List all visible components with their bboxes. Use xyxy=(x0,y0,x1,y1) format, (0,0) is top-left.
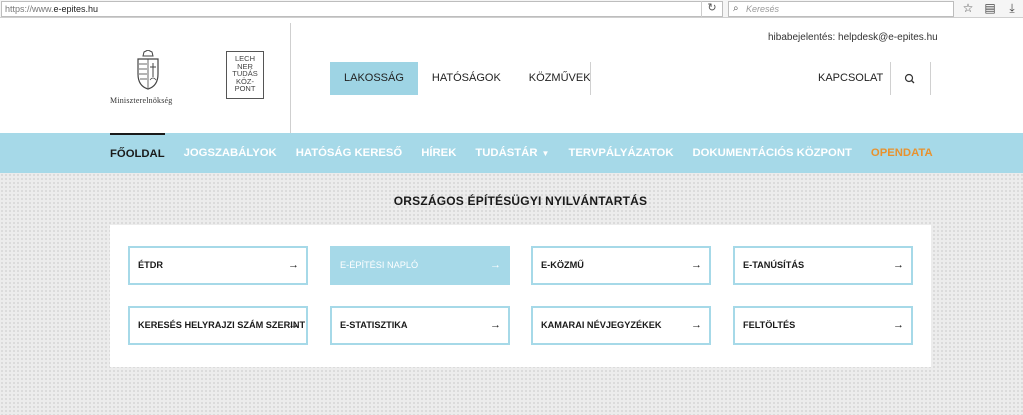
tabs-divider xyxy=(590,62,591,95)
search-icon: ⌕ xyxy=(733,3,739,14)
coat-of-arms-icon[interactable] xyxy=(135,50,161,90)
main-navigation: FŐOLDAL JOGSZABÁLYOK HATÓSÁG KERESŐ HÍRE… xyxy=(0,133,1023,173)
tile-label: KERESÉS HELYRAJZI SZÁM SZERINT xyxy=(138,320,306,330)
ministry-logo-text: Miniszterelnökség xyxy=(110,96,173,105)
tile-etdr[interactable]: ÉTDR → xyxy=(128,246,308,285)
arrow-right-icon: → xyxy=(490,319,501,331)
contact-divider xyxy=(890,62,891,95)
tile-label: E-STATISZTIKA xyxy=(340,320,408,330)
url-prefix: https://www. xyxy=(5,4,54,14)
nav-item-fooldal[interactable]: FŐOLDAL xyxy=(110,133,165,173)
audience-tabs: LAKOSSÁG HATÓSÁGOK KÖZMŰVEK xyxy=(330,62,605,95)
registry-panel: ÉTDR → E-ÉPÍTÉSI NAPLÓ → E-KÖZMŰ → E-TANÚSÍ… xyxy=(110,225,931,367)
lechner-logo[interactable]: LECH NER TUDÁS KÖZ- PONT xyxy=(226,51,264,99)
tile-label: KAMARAI NÉVJEGYZÉKEK xyxy=(541,320,662,330)
arrow-right-icon: → xyxy=(691,319,702,331)
download-icon[interactable]: ⤓ xyxy=(1003,1,1021,17)
tile-e-epitesi-naplo[interactable]: E-ÉPÍTÉSI NAPLÓ → xyxy=(330,246,510,285)
section-title: ORSZÁGOS ÉPÍTÉSÜGYI NYILVÁNTARTÁS xyxy=(393,194,648,208)
bookmark-star-icon[interactable]: ☆ xyxy=(959,1,977,17)
site-search-icon[interactable] xyxy=(899,70,921,88)
tile-feltoltes[interactable]: FELTÖLTÉS → xyxy=(733,306,913,345)
nav-item-hirek[interactable]: HÍREK xyxy=(421,133,456,173)
nav-item-hatosag-kereso[interactable]: HATÓSÁG KERESŐ xyxy=(296,133,403,173)
tile-e-kozmu[interactable]: E-KÖZMŰ → xyxy=(531,246,711,285)
address-bar[interactable]: https://www.e-epites.hu xyxy=(1,1,723,17)
arrow-right-icon: → xyxy=(893,319,904,331)
nav-item-tervpalyazatok[interactable]: TERVPÁLYÁZATOK xyxy=(568,133,673,173)
nav-item-opendata[interactable]: OPENDATA xyxy=(871,133,933,173)
helpdesk-link[interactable]: hibabejelentés: helpdesk@e-epites.hu xyxy=(768,32,938,43)
tile-e-statisztika[interactable]: E-STATISZTIKA → xyxy=(330,306,510,345)
arrow-right-icon: → xyxy=(288,259,299,271)
nav-item-jogszabalyok[interactable]: JOGSZABÁLYOK xyxy=(184,133,277,173)
tile-kamarai-nevjegyzekek[interactable]: KAMARAI NÉVJEGYZÉKEK → xyxy=(531,306,711,345)
browser-toolbar: https://www.e-epites.hu ↻ ⌕ Keresés ☆ ▤ … xyxy=(0,0,1023,18)
tile-label: ÉTDR xyxy=(138,260,164,270)
clipboard-icon[interactable]: ▤ xyxy=(981,1,999,17)
tab-lakossag[interactable]: LAKOSSÁG xyxy=(330,62,418,95)
tile-label: E-TANÚSÍTÁS xyxy=(743,260,805,270)
contact-link[interactable]: KAPCSOLAT xyxy=(818,62,883,95)
tile-label: FELTÖLTÉS xyxy=(743,320,796,330)
arrow-right-icon: → xyxy=(691,259,702,271)
main-content: ORSZÁGOS ÉPÍTÉSÜGYI NYILVÁNTARTÁS ÉTDR → … xyxy=(0,173,1023,415)
header-divider xyxy=(290,23,291,133)
nav-item-tudastar-label: TUDÁSTÁR xyxy=(475,147,538,159)
arrow-right-icon: → xyxy=(288,319,299,331)
arrow-right-icon: → xyxy=(893,259,904,271)
tile-label: E-KÖZMŰ xyxy=(541,260,584,270)
site-header: Miniszterelnökség LECH NER TUDÁS KÖZ- PONT h… xyxy=(0,19,1023,133)
browser-search-input[interactable]: ⌕ Keresés xyxy=(728,1,954,17)
nav-item-tudastar[interactable]: TUDÁSTÁR ▼ xyxy=(475,133,549,173)
tile-label: E-ÉPÍTÉSI NAPLÓ xyxy=(340,260,419,270)
tile-e-tanusitas[interactable]: E-TANÚSÍTÁS → xyxy=(733,246,913,285)
reload-icon[interactable]: ↻ xyxy=(701,1,722,17)
arrow-right-icon: → xyxy=(490,259,501,271)
tab-kozmuvek[interactable]: KÖZMŰVEK xyxy=(515,62,605,95)
url-domain: e-epites.hu xyxy=(53,4,99,14)
chevron-down-icon: ▼ xyxy=(541,149,550,158)
tile-kereses-helyrajzi-szam[interactable]: KERESÉS HELYRAJZI SZÁM SZERINT → xyxy=(128,306,308,345)
search-placeholder: Keresés xyxy=(746,4,780,14)
tab-hatosagok[interactable]: HATÓSÁGOK xyxy=(418,62,515,95)
nav-item-dokumentacios-kozpont[interactable]: DOKUMENTÁCIÓS KÖZPONT xyxy=(692,133,851,173)
search-divider xyxy=(930,62,931,95)
